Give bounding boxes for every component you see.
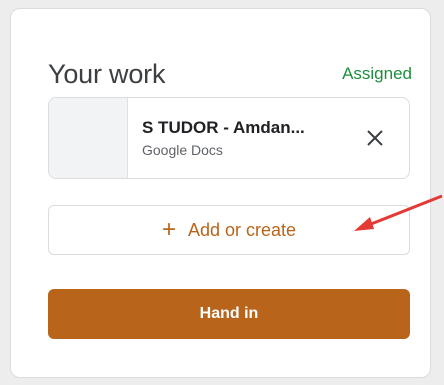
card-header: Your work Assigned (48, 52, 412, 96)
card-title: Your work (48, 58, 166, 89)
attachment-type: Google Docs (142, 142, 223, 158)
attachment-info: S TUDOR - Amdan... Google Docs (128, 118, 351, 158)
close-icon (367, 130, 383, 146)
add-or-create-label: Add or create (187, 219, 297, 240)
hand-in-button[interactable]: Hand in (48, 289, 410, 339)
remove-attachment-button[interactable] (351, 114, 399, 162)
status-label: Assigned (342, 64, 412, 83)
attachment-thumbnail (49, 98, 128, 178)
annotation-arrow-icon (354, 194, 443, 231)
attachment-item[interactable]: S TUDOR - Amdan... Google Docs (48, 97, 410, 179)
hand-in-label: Hand in (199, 305, 259, 322)
plus-icon: + (161, 216, 176, 243)
attachment-title: S TUDOR - Amdan... (142, 118, 305, 137)
